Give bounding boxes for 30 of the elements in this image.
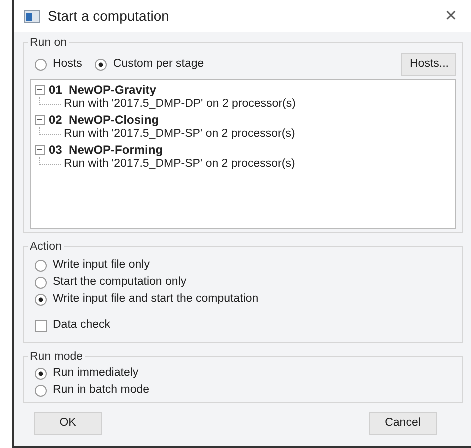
radio-button-icon[interactable] bbox=[35, 294, 47, 306]
radio-option[interactable]: Write input file and start the computation bbox=[30, 291, 267, 308]
radio-option[interactable]: Write input file only bbox=[30, 257, 158, 274]
radio-option[interactable]: Run immediately bbox=[30, 365, 147, 382]
data-check-checkbox[interactable]: Data check bbox=[30, 317, 119, 334]
close-button[interactable]: × bbox=[441, 6, 461, 26]
window-title: Start a computation bbox=[48, 6, 170, 26]
radio-option[interactable]: Run in batch mode bbox=[30, 382, 158, 399]
run-setting[interactable]: Run with '2017.5_DMP-DP' on 2 processor(s) bbox=[64, 96, 296, 114]
radio-option[interactable]: Start the computation only bbox=[30, 274, 195, 291]
cancel-button[interactable]: Cancel bbox=[369, 412, 437, 435]
app-icon bbox=[24, 10, 40, 22]
radio-button-icon[interactable] bbox=[35, 384, 47, 396]
radio-button-icon[interactable] bbox=[35, 58, 47, 70]
collapse-icon[interactable] bbox=[35, 84, 45, 94]
radio-option[interactable]: Custom per stage bbox=[90, 56, 212, 73]
hosts-button[interactable]: Hosts... bbox=[401, 53, 456, 76]
radio-button-icon[interactable] bbox=[35, 276, 47, 288]
stage-name[interactable]: 02_NewOP-Closing bbox=[49, 110, 160, 128]
stage-name[interactable]: 03_NewOP-Forming bbox=[49, 140, 164, 158]
run-setting[interactable]: Run with '2017.5_DMP-SP' on 2 processor(s) bbox=[64, 126, 296, 144]
radio-button-icon[interactable] bbox=[35, 260, 47, 272]
radio-button-icon[interactable] bbox=[35, 368, 47, 380]
ok-button[interactable]: OK bbox=[34, 412, 102, 435]
run-setting[interactable]: Run with '2017.5_DMP-SP' on 2 processor(s) bbox=[64, 156, 296, 174]
collapse-icon[interactable] bbox=[35, 144, 45, 154]
stage-name[interactable]: 01_NewOP-Gravity bbox=[49, 80, 156, 98]
radio-option[interactable]: Hosts bbox=[30, 56, 90, 73]
radio-button-icon[interactable] bbox=[95, 58, 108, 70]
collapse-icon[interactable] bbox=[35, 114, 45, 124]
